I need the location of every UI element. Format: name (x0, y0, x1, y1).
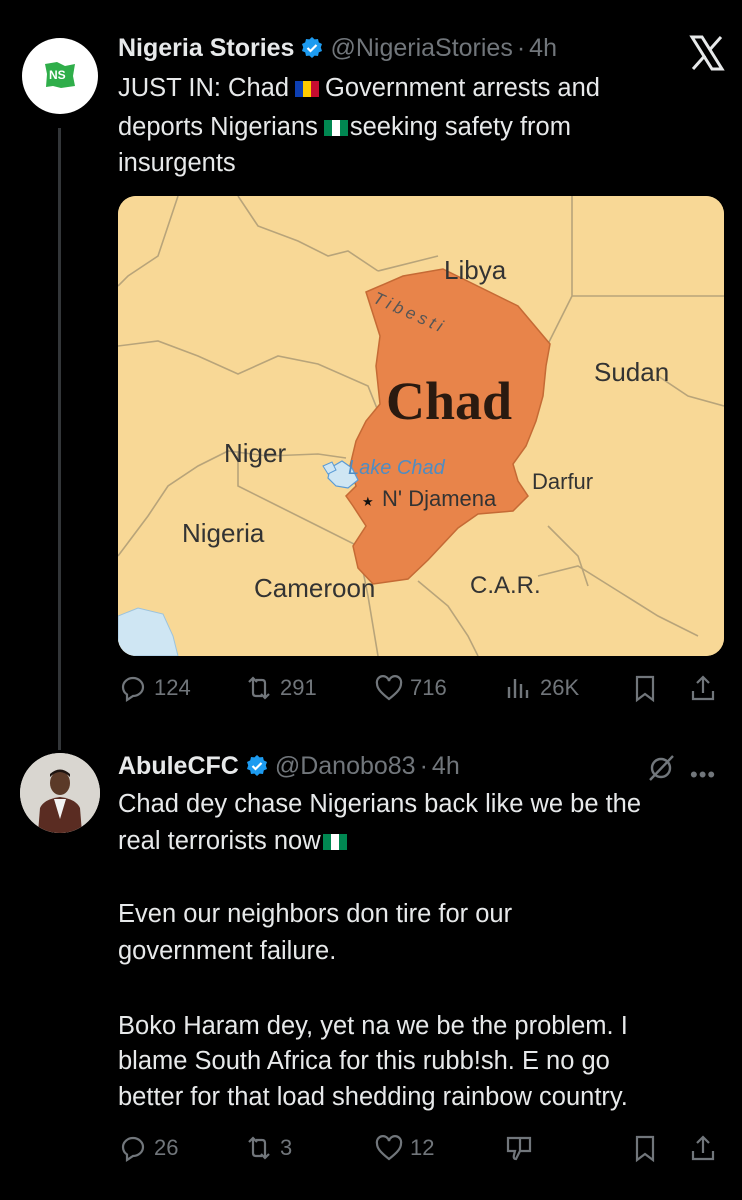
author-name[interactable]: AbuleCFC (118, 752, 239, 780)
map-label-libya: Libya (444, 255, 507, 285)
reply-button[interactable]: 26 (118, 1131, 178, 1165)
map-label-sudan: Sudan (594, 357, 669, 387)
share-button[interactable] (688, 671, 718, 705)
tweet-text: Government arrests and (325, 74, 600, 102)
bookmark-icon (635, 675, 655, 703)
tweet-text: JUST IN: Chad (118, 74, 290, 102)
tweet2-text-line3: Even our neighbors don tire for our (118, 900, 513, 928)
map-label-niger: Niger (224, 438, 286, 468)
verified-badge-icon (246, 755, 267, 776)
reply-count: 124 (154, 675, 191, 700)
avatar-photo (20, 753, 100, 833)
bookmark-button[interactable] (630, 671, 660, 705)
reply-icon (121, 1136, 145, 1163)
repost-icon (248, 676, 270, 700)
like-button[interactable]: 12 (374, 1131, 434, 1165)
map-label-nigeria: Nigeria (182, 518, 265, 548)
views-count: 26K (540, 675, 580, 700)
tweet2-header: AbuleCFC @Danobo83 · 4h (118, 752, 460, 781)
abulecfc-avatar[interactable] (20, 753, 100, 833)
views-button[interactable]: 26K (504, 671, 579, 705)
map-label-darfur: Darfur (532, 469, 593, 494)
star-icon: ★ (362, 494, 374, 509)
tweet1-text-line3: insurgents (118, 149, 236, 177)
author-handle[interactable]: @NigeriaStories (330, 34, 512, 62)
tweet-text: seeking safety from (349, 113, 571, 141)
grok-icon[interactable] (646, 753, 676, 783)
repost-button[interactable]: 291 (244, 671, 317, 705)
separator-dot: · (419, 752, 428, 780)
map-label-lake-chad: Lake Chad (348, 457, 446, 479)
tweet2-text-line4: government failure. (118, 937, 337, 965)
downvote-button[interactable] (504, 1131, 534, 1165)
repost-count: 291 (280, 675, 317, 700)
tweet2-text-line5: Boko Haram dey, yet na we be the problem… (118, 1012, 628, 1040)
repost-button[interactable]: 3 (244, 1131, 292, 1165)
nigeria-flag-icon (323, 120, 348, 136)
repost-icon (248, 1136, 270, 1160)
map-label-capital: N' Djamena (382, 486, 497, 511)
map-label-chad: Chad (386, 371, 512, 431)
chad-flag-icon (295, 81, 320, 97)
tweet2-text-line7: better for that load shedding rainbow co… (118, 1083, 628, 1111)
tweet1-action-bar: 124 291 716 26K (118, 671, 724, 705)
nigeria-flag-icon (322, 834, 347, 850)
reply-button[interactable]: 124 (118, 671, 191, 705)
repost-count: 3 (280, 1135, 293, 1160)
tweet2-text-line1: Chad dey chase Nigerians back like we be… (118, 790, 642, 818)
map-graphic: Libya Tibesti Chad Sudan Niger Lake Chad… (118, 196, 724, 656)
share-button[interactable] (688, 1131, 718, 1165)
views-icon (507, 679, 529, 698)
verified-badge-icon (302, 37, 323, 58)
bookmark-button[interactable] (630, 1131, 660, 1165)
tweet2-text-line6: blame South Africa for this rubb!sh. E n… (118, 1047, 610, 1075)
more-icon[interactable]: ••• (690, 762, 716, 788)
chad-map-image[interactable]: Libya Tibesti Chad Sudan Niger Lake Chad… (118, 196, 724, 656)
like-count: 12 (410, 1135, 435, 1160)
thread-connector-line (58, 128, 61, 750)
downvote-icon (506, 1136, 532, 1161)
separator-dot: · (516, 34, 526, 62)
tweet-text: deports Nigerians (118, 113, 318, 141)
tweet1-text-line2: deports Nigerians seeking safety from (118, 111, 571, 144)
tweet2-action-bar: 26 3 12 (118, 1131, 724, 1165)
ns-logo-icon: NS (45, 62, 75, 88)
like-button[interactable]: 716 (374, 671, 447, 705)
share-icon (691, 675, 715, 701)
bookmark-icon (635, 1135, 655, 1163)
reply-icon (121, 676, 145, 703)
nigeria-stories-avatar[interactable]: NS (22, 38, 98, 114)
timestamp[interactable]: 4h (432, 752, 460, 780)
x-logo-icon[interactable] (688, 34, 726, 72)
tweet1-header: Nigeria Stories @NigeriaStories · 4h (118, 34, 557, 63)
map-label-cameroon: Cameroon (254, 573, 375, 603)
tweet2-text-line2: real terrorists now (118, 825, 353, 858)
author-name[interactable]: Nigeria Stories (118, 34, 294, 62)
like-icon (375, 675, 403, 701)
tweet-text: real terrorists now (118, 827, 321, 855)
timestamp[interactable]: 4h (529, 34, 557, 62)
like-icon (375, 1135, 403, 1161)
reply-count: 26 (154, 1135, 179, 1160)
map-label-car: C.A.R. (470, 572, 541, 599)
like-count: 716 (410, 675, 447, 700)
tweet1-text-line1: JUST IN: Chad Government arrests and (118, 72, 600, 105)
share-icon (691, 1135, 715, 1161)
svg-text:NS: NS (49, 68, 66, 82)
author-handle[interactable]: @Danobo83 (275, 752, 416, 780)
